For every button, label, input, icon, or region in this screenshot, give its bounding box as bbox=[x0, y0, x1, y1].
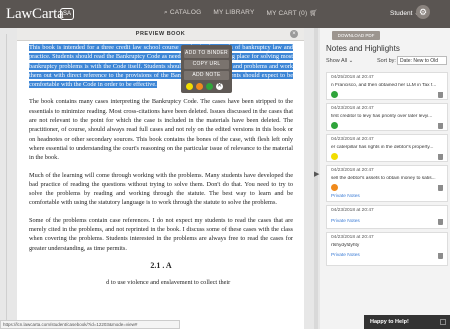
left-gutter bbox=[6, 34, 7, 324]
note-card[interactable]: 04/23/2018 at 20:47 er caterpillar has r… bbox=[326, 134, 448, 162]
book-reader: PREVIEW BOOK × This book is intended for… bbox=[17, 28, 304, 329]
note-card[interactable]: 04/23/2018 at 20:47 first creditor to le… bbox=[326, 103, 448, 131]
highlighted-text[interactable]: This book is intended for a three credit… bbox=[29, 44, 293, 89]
note-color-swatch bbox=[331, 153, 338, 160]
private-notes-link[interactable]: Private Notes bbox=[331, 194, 360, 199]
highlight-orange-button[interactable] bbox=[196, 83, 203, 90]
private-notes-link[interactable]: Private Notes bbox=[331, 219, 360, 224]
delete-note-icon[interactable] bbox=[438, 253, 443, 259]
paragraph: Some of the problems contain case refere… bbox=[29, 216, 293, 252]
show-filter-dropdown[interactable]: Show All ⌄ bbox=[326, 58, 353, 64]
note-preview: sell the debtor's assets to obtain money… bbox=[331, 176, 436, 181]
section-heading: 2.1 . A bbox=[150, 260, 172, 270]
book-text: This book is intended for a three credit… bbox=[29, 43, 293, 296]
note-date: 04/23/2018 at 20:47 bbox=[331, 168, 374, 173]
note-preview: first creditor to levy has priority over… bbox=[331, 114, 433, 119]
notes-panel: DOWNLOAD PDF Notes and Highlights Show A… bbox=[320, 28, 450, 329]
delete-note-icon[interactable] bbox=[438, 219, 443, 225]
delete-note-icon[interactable] bbox=[438, 185, 443, 191]
nav-links: ⌕ CATALOG MY LIBRARY MY CART (0) 🛒︎ bbox=[164, 9, 318, 17]
paragraph: d to use violence and enslavement to col… bbox=[29, 279, 231, 287]
note-card[interactable]: 04/23/2018 at 20:47 rtshydyfdyhty Privat… bbox=[326, 232, 448, 266]
book-header: PREVIEW BOOK × bbox=[17, 28, 304, 41]
note-preview: er caterpillar has rights in the debtor'… bbox=[331, 145, 434, 150]
paragraph: Much of the learning will come through w… bbox=[29, 171, 293, 207]
popup-color-row: ✕ bbox=[184, 83, 229, 90]
nav-cart-link[interactable]: MY CART (0) 🛒︎ bbox=[267, 9, 318, 17]
nav-library-link[interactable]: MY LIBRARY bbox=[213, 9, 254, 17]
note-preview: n Francisco, and then obtained her LLM i… bbox=[331, 83, 437, 88]
note-color-swatch bbox=[331, 122, 338, 129]
note-date: 04/23/2018 at 20:47 bbox=[331, 235, 374, 240]
download-pdf-button[interactable]: DOWNLOAD PDF bbox=[332, 31, 380, 40]
lawcarta-logo[interactable]: LawCarta bbox=[6, 6, 64, 23]
close-book-icon[interactable]: × bbox=[290, 30, 298, 38]
sort-label: Sort by: bbox=[377, 58, 396, 64]
user-avatar-icon[interactable]: ⚙ bbox=[416, 5, 430, 19]
note-date: 04/23/2018 at 20:47 bbox=[331, 106, 374, 111]
note-date: 04/25/2018 at 20:47 bbox=[331, 75, 374, 80]
nav-catalog-link[interactable]: ⌕ CATALOG bbox=[164, 9, 201, 17]
note-color-swatch bbox=[331, 91, 338, 98]
paragraph: This book is intended for a three credit… bbox=[29, 43, 293, 89]
notes-title: Notes and Highlights bbox=[326, 44, 400, 53]
sort-select[interactable]: Date: New to Old bbox=[397, 56, 447, 65]
note-color-swatch bbox=[331, 184, 338, 191]
note-preview: rtshydyfdyhty bbox=[331, 243, 360, 248]
top-navbar: LawCarta SA ⌕ CATALOG MY LIBRARY MY CART… bbox=[0, 0, 450, 28]
note-date: 04/23/2018 at 20:47 bbox=[331, 137, 374, 142]
remove-highlight-icon[interactable]: ✕ bbox=[216, 83, 223, 90]
chat-expand-icon[interactable] bbox=[440, 319, 446, 325]
highlight-green-button[interactable] bbox=[206, 83, 213, 90]
selection-popup-menu: ADD TO BINDER COPY URL ADD NOTE ✕ bbox=[181, 45, 232, 93]
book-title: PREVIEW BOOK bbox=[135, 31, 186, 37]
note-date: 04/23/2018 at 20:47 bbox=[331, 208, 374, 213]
status-bar-url: https://lcn.lawcarta.com/student/caseboo… bbox=[0, 320, 180, 329]
chat-widget[interactable]: Happy to Help! bbox=[364, 315, 450, 329]
delete-note-icon[interactable] bbox=[438, 92, 443, 98]
delete-note-icon[interactable] bbox=[438, 123, 443, 129]
add-note-button[interactable]: ADD NOTE bbox=[184, 71, 229, 80]
delete-note-icon[interactable] bbox=[438, 154, 443, 160]
logo-badge-icon: SA bbox=[60, 8, 74, 20]
private-notes-link[interactable]: Private Notes bbox=[331, 253, 360, 258]
note-card[interactable]: 04/23/2018 at 20:47 Private Notes bbox=[326, 205, 448, 229]
highlight-yellow-button[interactable] bbox=[186, 83, 193, 90]
chat-label: Happy to Help! bbox=[370, 319, 409, 325]
note-card[interactable]: 04/25/2018 at 20:47 n Francisco, and the… bbox=[326, 72, 448, 100]
note-card[interactable]: 04/23/2018 at 20:47 sell the debtor's as… bbox=[326, 165, 448, 202]
add-to-binder-button[interactable]: ADD TO BINDER bbox=[184, 49, 229, 58]
copy-url-button[interactable]: COPY URL bbox=[184, 60, 229, 69]
paragraph: The book contains many cases interpretin… bbox=[29, 98, 293, 162]
